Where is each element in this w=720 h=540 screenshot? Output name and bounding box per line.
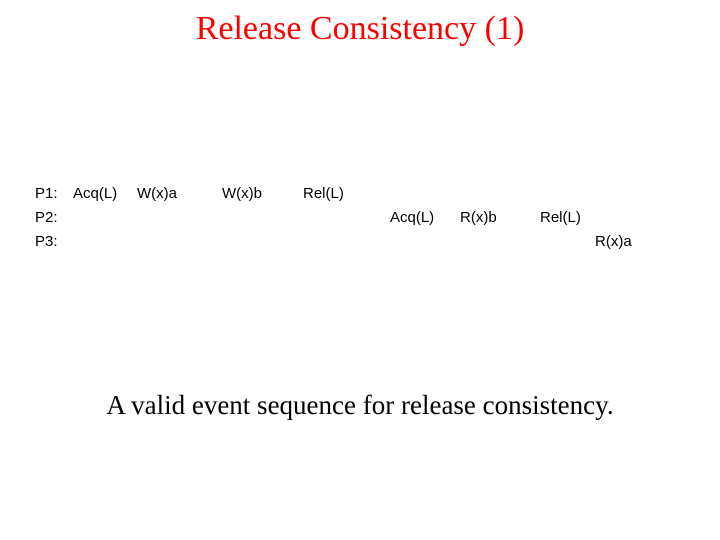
event-acquire: Acq(L) xyxy=(73,185,117,202)
event-write: W(x)b xyxy=(222,185,262,202)
slide-caption: A valid event sequence for release consi… xyxy=(0,390,720,421)
slide: Release Consistency (1) P1: Acq(L) W(x)a… xyxy=(0,0,720,540)
event-write: W(x)a xyxy=(137,185,177,202)
event-read: R(x)b xyxy=(460,209,497,226)
event-release: Rel(L) xyxy=(540,209,581,226)
slide-title: Release Consistency (1) xyxy=(0,10,720,48)
process-label: P1: xyxy=(35,185,58,202)
event-read: R(x)a xyxy=(595,233,632,250)
process-label: P2: xyxy=(35,209,58,226)
event-acquire: Acq(L) xyxy=(390,209,434,226)
process-label: P3: xyxy=(35,233,58,250)
event-release: Rel(L) xyxy=(303,185,344,202)
